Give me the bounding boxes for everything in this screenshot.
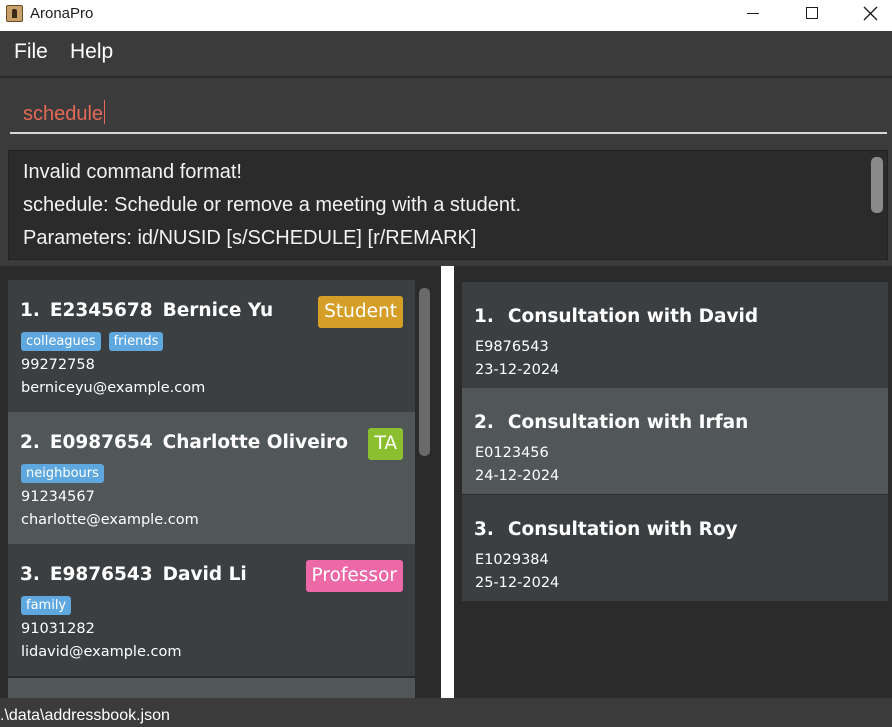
meeting-card[interactable]: 3. Consultation with Roy E1029384 25-12-2… xyxy=(462,495,888,601)
meeting-card[interactable]: 2. Consultation with Irfan E0123456 24-12… xyxy=(462,388,888,494)
person-card-partial[interactable] xyxy=(8,678,415,698)
menu-help[interactable]: Help xyxy=(70,40,113,64)
title-bar: AronaPro xyxy=(0,0,892,31)
person-email: lidavid@example.com xyxy=(21,644,182,660)
person-name: Charlotte Oliveiro xyxy=(162,432,348,453)
meeting-date: 25-12-2024 xyxy=(475,575,560,591)
person-header: 2. E0987654 Charlotte Oliveiro xyxy=(20,432,358,453)
result-display-container: Invalid command format! schedule: Schedu… xyxy=(0,146,892,266)
menu-file[interactable]: File xyxy=(14,40,48,64)
meeting-student-id: E1029384 xyxy=(475,552,549,568)
person-phone: 91031282 xyxy=(21,621,95,637)
meeting-title: 2. Consultation with Irfan xyxy=(474,412,762,433)
person-list-panel: 1. E2345678 Bernice Yu Student colleagues … xyxy=(0,266,441,698)
tag: colleagues xyxy=(21,332,101,351)
meeting-student-id: E9876543 xyxy=(475,339,549,355)
tag: friends xyxy=(108,332,164,351)
tag-list: family xyxy=(21,596,72,615)
role-badge: TA xyxy=(368,428,403,460)
person-card[interactable]: 2. E0987654 Charlotte Oliveiro TA neighbou… xyxy=(8,412,415,544)
maximize-button[interactable] xyxy=(783,0,841,31)
close-icon xyxy=(863,6,878,21)
person-name: David Li xyxy=(162,564,247,585)
command-box-container: schedule xyxy=(0,78,892,146)
meeting-index: 2. xyxy=(474,412,494,433)
meeting-name: Consultation with David xyxy=(507,306,759,327)
person-phone: 91234567 xyxy=(21,489,95,505)
command-text: schedule xyxy=(23,103,104,125)
save-location: .\data\addressbook.json xyxy=(0,707,170,724)
meeting-index: 1. xyxy=(474,306,494,327)
tag: family xyxy=(21,596,72,615)
command-input[interactable]: schedule xyxy=(10,92,887,134)
meeting-date: 23-12-2024 xyxy=(475,362,560,378)
role-badge: Student xyxy=(318,296,403,328)
person-index: 3. xyxy=(20,564,40,585)
person-index: 1. xyxy=(20,300,40,321)
meeting-title: 1. Consultation with David xyxy=(474,306,772,327)
close-button[interactable] xyxy=(841,0,892,31)
person-id: E9876543 xyxy=(49,564,153,585)
panel-divider[interactable] xyxy=(441,266,454,698)
person-header: 1. E2345678 Bernice Yu xyxy=(20,300,283,321)
result-display[interactable]: Invalid command format! schedule: Schedu… xyxy=(8,150,888,260)
result-line: schedule: Schedule or remove a meeting w… xyxy=(23,194,522,216)
person-id: E2345678 xyxy=(49,300,153,321)
meeting-index: 3. xyxy=(474,519,494,540)
person-id: E0987654 xyxy=(49,432,153,453)
person-card[interactable]: 3. E9876543 David Li Professor family 9103… xyxy=(8,544,415,676)
meeting-date: 24-12-2024 xyxy=(475,468,560,484)
person-card[interactable]: 1. E2345678 Bernice Yu Student colleagues … xyxy=(8,280,415,412)
tag-list: neighbours xyxy=(21,464,104,483)
meeting-name: Consultation with Roy xyxy=(507,519,738,540)
person-index: 2. xyxy=(20,432,40,453)
role-badge: Professor xyxy=(305,560,403,592)
result-line: Parameters: id/NUSID [s/SCHEDULE] [r/REM… xyxy=(23,227,477,249)
tag-list: colleagues friends xyxy=(21,332,164,351)
meeting-title: 3. Consultation with Roy xyxy=(474,519,752,540)
person-phone: 99272758 xyxy=(21,357,95,373)
result-line: Invalid command format! xyxy=(23,161,242,183)
text-caret xyxy=(104,100,106,124)
person-header: 3. E9876543 David Li xyxy=(20,564,257,585)
person-name: Bernice Yu xyxy=(162,300,274,321)
minimize-button[interactable] xyxy=(725,0,783,31)
status-bar: .\data\addressbook.json xyxy=(0,698,892,727)
result-scrollbar[interactable] xyxy=(871,157,883,213)
person-list-scrollbar[interactable] xyxy=(419,288,430,456)
meeting-name: Consultation with Irfan xyxy=(507,412,749,433)
person-email: charlotte@example.com xyxy=(21,512,199,528)
meeting-student-id: E0123456 xyxy=(475,445,549,461)
person-email: berniceyu@example.com xyxy=(21,380,206,396)
menu-bar: File Help xyxy=(0,31,892,76)
app-icon xyxy=(6,5,23,22)
window-title: AronaPro xyxy=(30,5,94,22)
meeting-list-panel: 1. Consultation with David E9876543 23-12… xyxy=(454,266,892,698)
tag: neighbours xyxy=(21,464,104,483)
meeting-card[interactable]: 1. Consultation with David E9876543 23-12… xyxy=(462,282,888,388)
